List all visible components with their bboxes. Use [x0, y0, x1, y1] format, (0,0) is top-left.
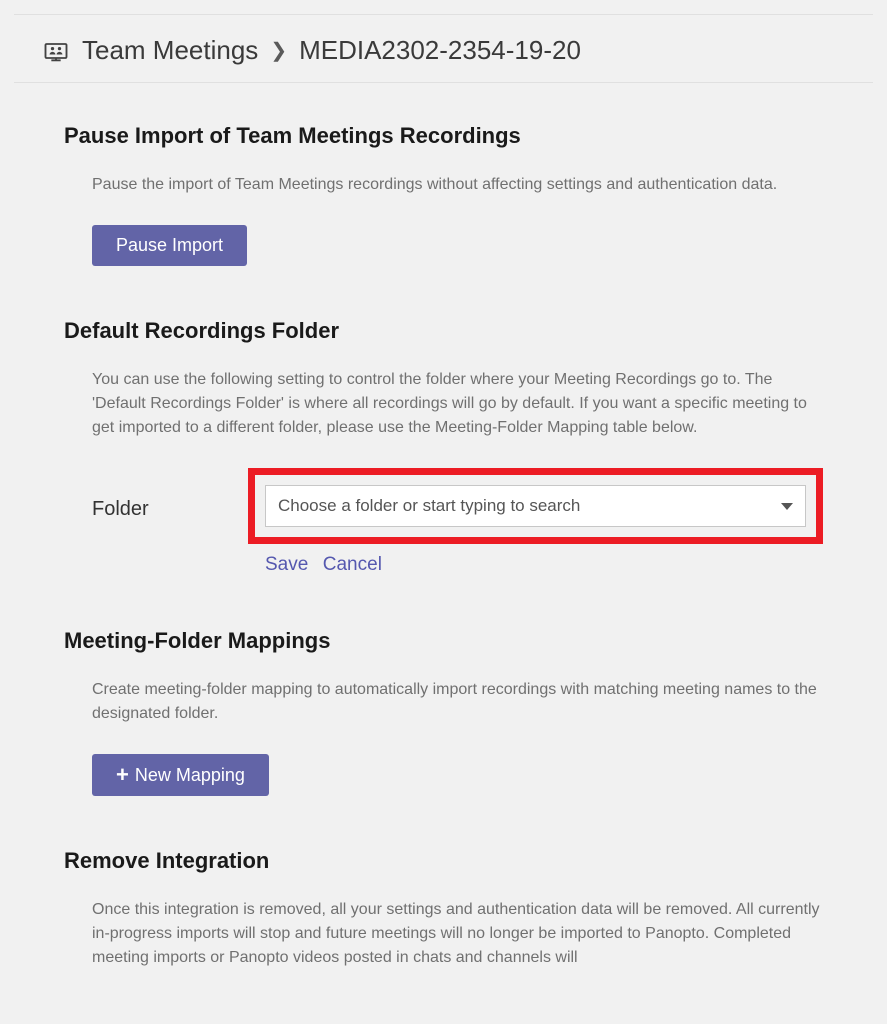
highlight-box: Choose a folder or start typing to searc… — [248, 468, 823, 544]
section-description: Create meeting-folder mapping to automat… — [92, 678, 823, 726]
save-link[interactable]: Save — [265, 554, 308, 575]
section-title: Meeting-Folder Mappings — [64, 628, 823, 654]
chevron-down-icon — [781, 503, 793, 510]
section-title: Pause Import of Team Meetings Recordings — [64, 123, 823, 149]
section-description: Once this integration is removed, all yo… — [92, 898, 823, 970]
breadcrumb-current: MEDIA2302-2354-19-20 — [299, 35, 581, 66]
section-description: Pause the import of Team Meetings record… — [92, 173, 823, 197]
pause-import-section: Pause Import of Team Meetings Recordings… — [64, 123, 823, 266]
chevron-right-icon: ❯ — [270, 38, 287, 63]
new-mapping-button[interactable]: + New Mapping — [92, 754, 269, 796]
folder-select-placeholder: Choose a folder or start typing to searc… — [278, 496, 580, 516]
mapping-section: Meeting-Folder Mappings Create meeting-f… — [64, 628, 823, 796]
folder-select[interactable]: Choose a folder or start typing to searc… — [265, 485, 806, 527]
cancel-link[interactable]: Cancel — [323, 554, 382, 575]
new-mapping-label: New Mapping — [135, 765, 245, 786]
plus-icon: + — [116, 764, 129, 786]
section-title: Remove Integration — [64, 848, 823, 874]
folder-label: Folder — [92, 468, 248, 521]
section-title: Default Recordings Folder — [64, 318, 823, 344]
pause-import-button[interactable]: Pause Import — [92, 225, 247, 266]
remove-integration-section: Remove Integration Once this integration… — [64, 848, 823, 970]
section-description: You can use the following setting to con… — [92, 368, 823, 440]
breadcrumb: Team Meetings ❯ MEDIA2302-2354-19-20 — [14, 35, 873, 83]
default-folder-section: Default Recordings Folder You can use th… — [64, 318, 823, 576]
teams-icon — [42, 37, 70, 65]
top-divider — [14, 14, 873, 15]
breadcrumb-root[interactable]: Team Meetings — [82, 35, 258, 66]
